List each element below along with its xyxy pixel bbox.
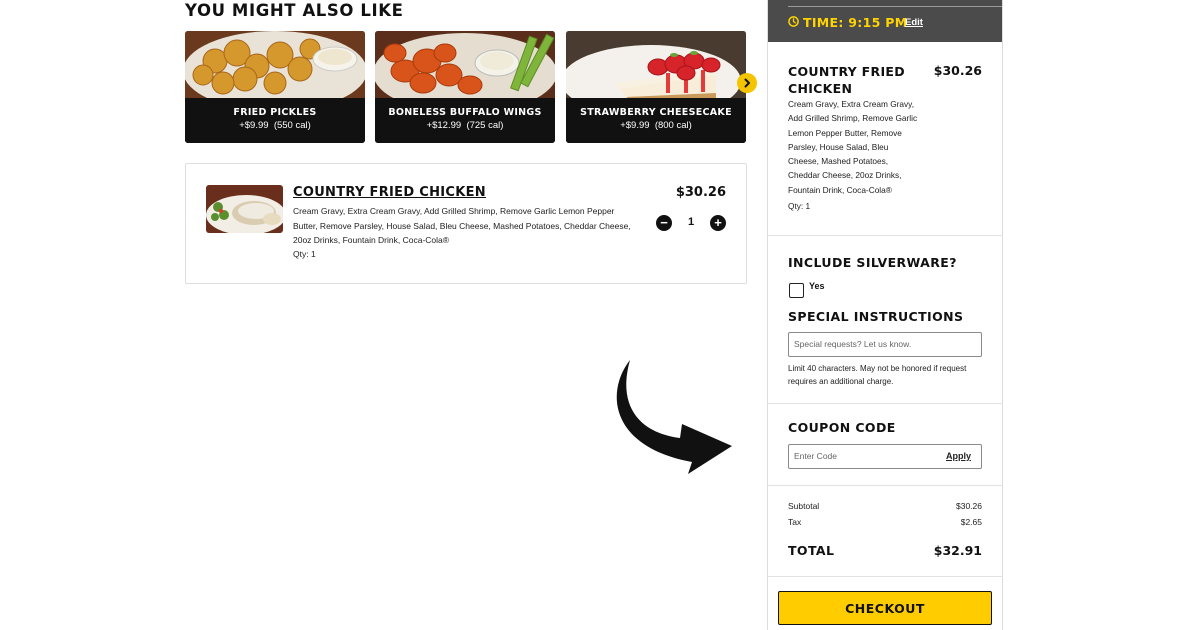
coupon-title: COUPON CODE bbox=[788, 420, 896, 435]
total-value: $32.91 bbox=[933, 543, 982, 558]
cart-item-name[interactable]: COUNTRY FRIED CHICKEN bbox=[293, 185, 486, 200]
summary-item-modifiers: Cream Gravy, Extra Cream Gravy, Add Gril… bbox=[788, 99, 918, 195]
silverware-title: INCLUDE SILVERWARE? bbox=[788, 255, 957, 270]
strawberry-cheesecake-image bbox=[566, 31, 746, 98]
edit-time-link[interactable]: Edit bbox=[905, 17, 923, 28]
rec-name: FRIED PICKLES bbox=[233, 107, 317, 118]
rec-name: BONELESS BUFFALO WINGS bbox=[388, 107, 542, 118]
recommendation-card-buffalo-wings[interactable]: BONELESS BUFFALO WINGS +$12.99 (725 cal) bbox=[375, 31, 555, 143]
chevron-right-icon bbox=[744, 78, 750, 88]
recommendation-card-fried-pickles[interactable]: FRIED PICKLES +$9.99 (550 cal) bbox=[185, 31, 365, 143]
rec-calories: (800 cal) bbox=[654, 120, 692, 131]
order-summary-panel: TIME: 9:15 PM Edit COUNTRY FRIED CHICKEN… bbox=[767, 0, 1003, 630]
fried-pickles-image bbox=[185, 31, 365, 98]
pickup-time: TIME: 9:15 PM bbox=[803, 15, 908, 30]
special-instructions-placeholder: Special requests? Let us know. bbox=[794, 339, 912, 349]
summary-item-price: $30.26 bbox=[933, 63, 982, 78]
cart-item-price: $30.26 bbox=[675, 185, 726, 200]
recommendation-card-strawberry-cheesecake[interactable]: STRAWBERRY CHEESECAKE +$9.99 (800 cal) bbox=[566, 31, 746, 143]
tax-value: $2.65 bbox=[960, 517, 982, 527]
cart-item-card: COUNTRY FRIED CHICKEN Cream Gravy, Extra… bbox=[185, 163, 747, 284]
minus-icon: − bbox=[660, 215, 668, 230]
subtotal-value: $30.26 bbox=[956, 501, 982, 511]
total-label: TOTAL bbox=[788, 543, 835, 558]
cart-item-qty-label: Qty: 1 bbox=[293, 249, 316, 259]
decrease-quantity-button[interactable]: − bbox=[656, 215, 672, 231]
rec-price: +$12.99 bbox=[426, 120, 462, 131]
summary-item-qty: Qty: 1 bbox=[788, 201, 811, 211]
country-fried-chicken-image bbox=[206, 185, 283, 233]
divider bbox=[768, 485, 1002, 486]
summary-item-name: COUNTRY FRIED CHICKEN bbox=[788, 64, 905, 96]
rec-calories: (550 cal) bbox=[273, 120, 311, 131]
checkout-button[interactable]: CHECKOUT bbox=[778, 591, 992, 625]
rec-price: +$9.99 bbox=[620, 120, 650, 131]
silverware-checkbox-label[interactable]: Yes bbox=[809, 281, 825, 291]
silverware-checkbox[interactable] bbox=[789, 283, 804, 298]
rec-calories: (725 cal) bbox=[466, 120, 504, 131]
special-instructions-input[interactable]: Special requests? Let us know. bbox=[788, 332, 982, 357]
special-instructions-note: Limit 40 characters. May not be honored … bbox=[788, 364, 967, 386]
coupon-code-placeholder: Enter Code bbox=[794, 451, 837, 461]
divider bbox=[768, 403, 1002, 404]
recommendations-title: YOU MIGHT ALSO LIKE bbox=[185, 1, 404, 20]
apply-coupon-button[interactable]: Apply bbox=[946, 451, 971, 461]
special-instructions-title: SPECIAL INSTRUCTIONS bbox=[788, 309, 964, 324]
buffalo-wings-image bbox=[375, 31, 555, 98]
quantity-value: 1 bbox=[687, 216, 695, 228]
clock-icon bbox=[788, 16, 799, 27]
pickup-time-bar: TIME: 9:15 PM Edit bbox=[768, 0, 1002, 42]
carousel-next-button[interactable] bbox=[737, 73, 757, 93]
cart-item-modifiers: Cream Gravy, Extra Cream Gravy, Add Gril… bbox=[293, 206, 631, 245]
rec-name: STRAWBERRY CHEESECAKE bbox=[580, 107, 732, 118]
coupon-code-input[interactable]: Enter Code Apply bbox=[788, 444, 982, 469]
tax-label: Tax bbox=[788, 517, 802, 527]
plus-icon: + bbox=[714, 215, 722, 230]
quantity-stepper: − 1 + bbox=[656, 215, 726, 231]
subtotal-label: Subtotal bbox=[788, 501, 820, 511]
rec-price: +$9.99 bbox=[239, 120, 269, 131]
divider bbox=[768, 576, 1002, 577]
curved-arrow-icon bbox=[600, 352, 740, 502]
increase-quantity-button[interactable]: + bbox=[710, 215, 726, 231]
divider bbox=[768, 235, 1002, 236]
